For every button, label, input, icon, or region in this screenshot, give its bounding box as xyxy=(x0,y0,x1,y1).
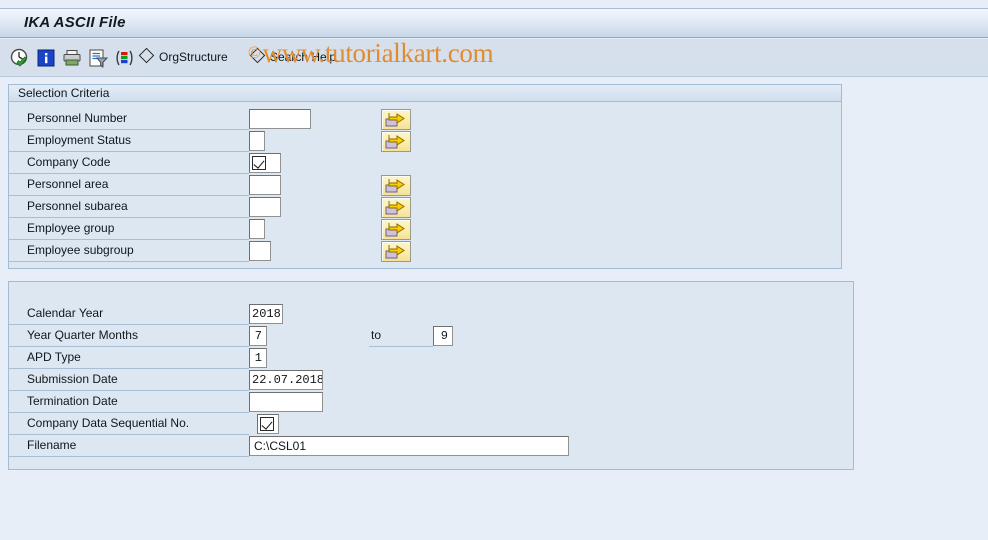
label-employment-status: Employment Status xyxy=(9,131,249,152)
row-company-code: Company Code xyxy=(9,153,841,175)
row-year-quarter-months: Year Quarter Months 7 to 9 xyxy=(9,326,853,348)
execute-clock-check-icon[interactable] xyxy=(9,47,31,69)
input-employee-subgroup[interactable] xyxy=(249,241,271,261)
checkbox-company-data-seq-no[interactable] xyxy=(260,417,274,431)
input-submission-date[interactable]: 22.07.2018 xyxy=(249,370,323,390)
sap-selection-screen: IKA ASCII File OrgStructure Search Help … xyxy=(0,0,988,540)
row-personnel-subarea: Personnel subarea xyxy=(9,197,841,219)
row-employee-subgroup: Employee subgroup xyxy=(9,241,841,263)
row-employee-group: Employee group xyxy=(9,219,841,241)
input-employment-status[interactable] xyxy=(249,131,265,151)
label-apd-type: APD Type xyxy=(9,348,249,369)
label-company-data-seq-no: Company Data Sequential No. xyxy=(9,414,249,435)
label-year-quarter-months: Year Quarter Months xyxy=(9,326,249,347)
application-toolbar: OrgStructure Search Help xyxy=(0,39,988,77)
parameters-panel: Calendar Year 2018 Year Quarter Months 7… xyxy=(8,281,854,470)
multiple-selection-employee-group-button[interactable] xyxy=(381,219,411,240)
input-personnel-number[interactable] xyxy=(249,109,311,129)
input-calendar-year[interactable]: 2018 xyxy=(249,304,283,324)
window-titlebar: IKA ASCII File xyxy=(0,8,988,38)
input-apd-type[interactable]: 1 xyxy=(249,348,267,368)
label-employee-group: Employee group xyxy=(9,219,249,240)
information-icon[interactable] xyxy=(35,47,57,69)
label-company-code: Company Code xyxy=(9,153,249,174)
document-filter-icon[interactable] xyxy=(87,47,109,69)
multiple-selection-personnel-number-button[interactable] xyxy=(381,109,411,130)
toolbar-item-orgstructure[interactable]: OrgStructure xyxy=(138,48,228,67)
multiple-selection-employee-subgroup-button[interactable] xyxy=(381,241,411,262)
input-year-quarter-months-from[interactable]: 7 xyxy=(249,326,267,346)
label-personnel-number: Personnel Number xyxy=(9,109,249,130)
input-filename[interactable]: C:\CSL01 xyxy=(249,436,569,456)
multiple-selection-personnel-subarea-button[interactable] xyxy=(381,197,411,218)
row-termination-date: Termination Date xyxy=(9,392,853,414)
toolbar-item-orgstructure-label: OrgStructure xyxy=(159,49,228,64)
page-title: IKA ASCII File xyxy=(24,14,126,31)
input-company-data-seq-no[interactable] xyxy=(257,414,279,434)
label-submission-date: Submission Date xyxy=(9,370,249,391)
selection-criteria-title: Selection Criteria xyxy=(18,86,110,100)
multicolor-variant-icon[interactable] xyxy=(113,47,135,69)
label-calendar-year: Calendar Year xyxy=(9,304,249,325)
row-personnel-area: Personnel area xyxy=(9,175,841,197)
toolbar-item-search-help-label: Search Help xyxy=(270,49,337,64)
selection-criteria-header: Selection Criteria xyxy=(9,85,841,102)
row-company-data-seq-no: Company Data Sequential No. xyxy=(9,414,853,436)
label-personnel-subarea: Personnel subarea xyxy=(9,197,249,218)
selection-criteria-panel: Selection Criteria Personnel Number Empl… xyxy=(8,84,842,269)
row-filename: Filename C:\CSL01 xyxy=(9,436,853,458)
checkbox-company-code[interactable] xyxy=(252,156,266,170)
row-calendar-year: Calendar Year 2018 xyxy=(9,304,853,326)
input-company-code[interactable] xyxy=(249,153,281,173)
multiple-selection-employment-status-button[interactable] xyxy=(381,131,411,152)
input-termination-date[interactable] xyxy=(249,392,323,412)
label-to: to xyxy=(369,326,433,347)
diamond-icon xyxy=(138,48,155,64)
diamond-icon xyxy=(249,48,266,64)
row-personnel-number: Personnel Number xyxy=(9,109,841,131)
print-icon[interactable] xyxy=(61,47,83,69)
label-termination-date: Termination Date xyxy=(9,392,249,413)
toolbar-item-search-help[interactable]: Search Help xyxy=(249,48,337,67)
label-employee-subgroup: Employee subgroup xyxy=(9,241,249,262)
input-personnel-area[interactable] xyxy=(249,175,281,195)
input-employee-group[interactable] xyxy=(249,219,265,239)
row-submission-date: Submission Date 22.07.2018 xyxy=(9,370,853,392)
row-employment-status: Employment Status xyxy=(9,131,841,153)
label-filename: Filename xyxy=(9,436,249,457)
row-apd-type: APD Type 1 xyxy=(9,348,853,370)
input-year-quarter-months-to[interactable]: 9 xyxy=(433,326,453,346)
input-personnel-subarea[interactable] xyxy=(249,197,281,217)
multiple-selection-personnel-area-button[interactable] xyxy=(381,175,411,196)
label-personnel-area: Personnel area xyxy=(9,175,249,196)
